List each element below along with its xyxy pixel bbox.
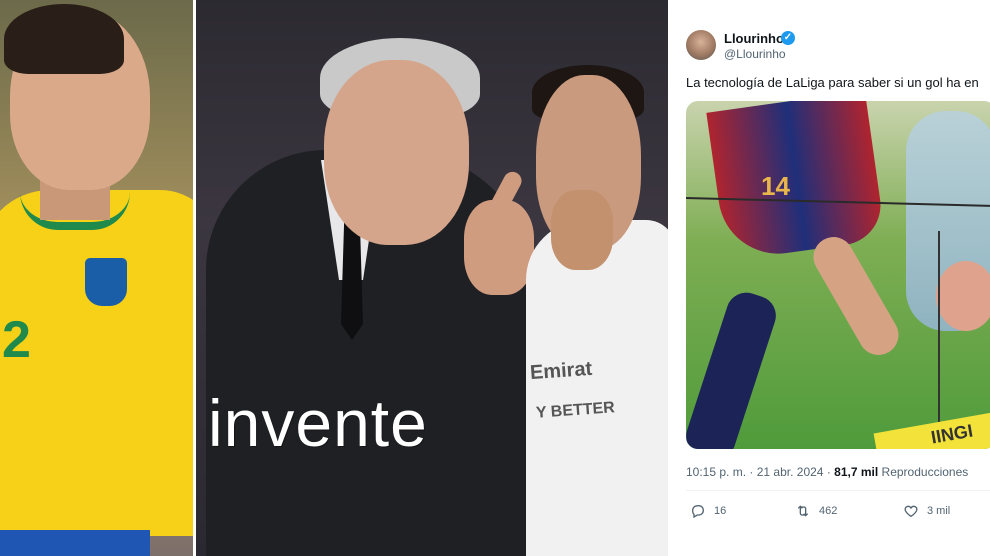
- offside-line-vertical: [938, 231, 940, 449]
- media-arm: [806, 229, 906, 363]
- tweet-date[interactable]: 21 abr. 2024: [757, 465, 824, 479]
- meta-separator: ·: [826, 465, 831, 479]
- author-handle[interactable]: @Llourinho: [724, 47, 786, 61]
- blue-shorts: [0, 530, 150, 556]
- player-hair: [4, 4, 124, 74]
- like-icon: [904, 505, 918, 518]
- retweet-icon: [797, 505, 809, 517]
- crest-icon: [82, 255, 130, 309]
- coach-head: [324, 60, 469, 245]
- white-jersey: [526, 220, 668, 556]
- shirt-sponsor-text: Emirat: [529, 357, 593, 385]
- tweet-card[interactable]: Llourinho ✓ @Llourinho La tecnología de …: [670, 0, 990, 556]
- like-button[interactable]: 3 mil: [903, 503, 950, 519]
- retweet-count: 462: [819, 505, 838, 517]
- left-photo: 2: [0, 0, 193, 556]
- jersey-number: 2: [2, 311, 31, 369]
- meta-separator: ·: [749, 465, 754, 479]
- media-jersey-number: 14: [761, 171, 790, 201]
- avatar[interactable]: [686, 30, 716, 60]
- coach-hand: [464, 200, 534, 295]
- reply-count: 16: [714, 505, 727, 517]
- media-face: [936, 261, 990, 331]
- tweet-media[interactable]: 14 IINGI: [686, 101, 990, 449]
- views-label: Reproducciones: [881, 465, 969, 479]
- author-name[interactable]: Llourinho: [724, 31, 784, 46]
- tweet-text: La tecnología de LaLiga para saber si un…: [686, 75, 979, 90]
- middle-photo: Emirat Y BETTER invente: [196, 0, 668, 556]
- retweet-button[interactable]: 462: [795, 503, 837, 519]
- divider: [686, 490, 990, 491]
- tweet-time[interactable]: 10:15 p. m.: [686, 465, 746, 479]
- views-count: 81,7 mil: [834, 465, 879, 479]
- player-hand: [551, 190, 613, 270]
- verified-badge-icon: ✓: [781, 31, 795, 45]
- reply-icon: [691, 505, 705, 519]
- meme-caption: invente: [208, 386, 428, 460]
- tweet-meta: 10:15 p. m. · 21 abr. 2024 · 81,7 mil Re…: [686, 465, 968, 479]
- media-leg: [686, 287, 782, 449]
- like-count: 3 mil: [927, 505, 951, 517]
- reply-button[interactable]: 16: [690, 503, 726, 519]
- media-jersey: [706, 101, 886, 262]
